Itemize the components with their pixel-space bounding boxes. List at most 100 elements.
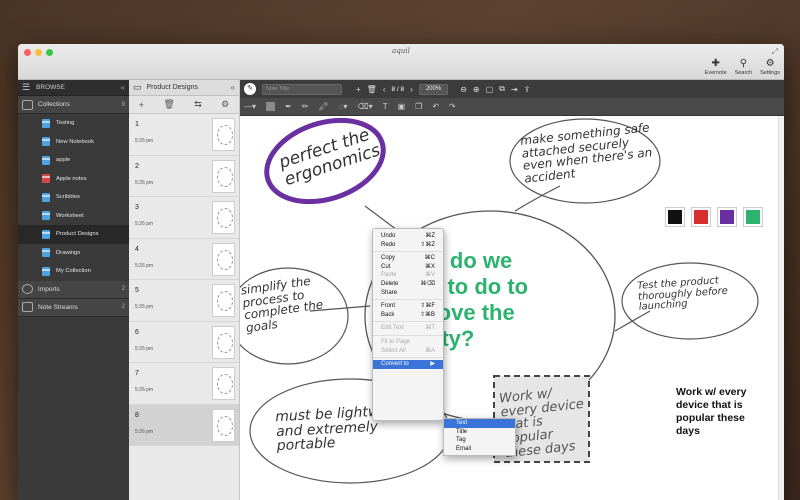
fit-page-icon[interactable]: ▢ [486,85,494,94]
zoom-field[interactable]: 200% [418,83,449,95]
note-item[interactable]: 3 5:26 pm [129,197,239,239]
sidebar-item-scribbles[interactable]: Scribbles [18,188,129,207]
sidebar: ☰ BROWSE « Collections 9 Testing New Not… [18,80,129,500]
share-icon[interactable]: ⇪ [524,85,531,94]
lasso-tool-icon[interactable]: ◌▾ [339,102,348,111]
menu-item-shortcut: ⌘Z [425,233,435,239]
eraser-tool-icon[interactable]: ⌫▾ [357,102,372,111]
notebook-icon [42,266,50,276]
sidebar-item-my-collection[interactable]: My Collection [18,262,129,281]
note-item[interactable]: 8 5:26 pm [129,404,239,446]
search-button[interactable]: ⚲ Search [735,58,752,76]
text-tool-icon[interactable]: T [383,102,388,111]
next-page-icon[interactable]: › [410,85,413,94]
color-swatch-red[interactable] [691,207,711,227]
note-number: 3 [135,204,139,211]
sidebar-item-apple[interactable]: apple [18,151,129,170]
imports-count: 2 [121,286,125,292]
imports-icon [22,284,33,294]
note-item[interactable]: 1 5:26 pm [129,114,239,156]
sidebar-item-new-notebook[interactable]: New Notebook [18,133,129,152]
duplicate-icon[interactable]: ❐ [415,102,422,111]
app-title: aquil [392,47,410,55]
note-item[interactable]: 7 5:26 pm [129,363,239,405]
note-thumbnail [212,408,235,442]
sidebar-section-note-streams[interactable]: Note Streams 2 [18,298,129,317]
convert-text-item[interactable]: Text [444,419,515,428]
convert-email-item[interactable]: Email [444,445,515,454]
trash-icon[interactable]: 🗑 [163,99,174,110]
sidebar-item-drawings[interactable]: Drawings [18,244,129,263]
pen-icon[interactable]: ✎ [244,83,256,95]
highlighter-tool-icon[interactable]: 🖍 [318,102,328,111]
menu-item-copy[interactable]: Copy ⌘C [373,254,443,263]
convert-title-item[interactable]: Title [444,428,515,437]
redo-icon[interactable]: ↷ [449,102,456,111]
menu-item-shortcut: ▶ [430,361,435,368]
image-tool-icon[interactable]: ▣ [398,102,406,111]
note-item[interactable]: 2 5:26 pm [129,156,239,197]
note-time: 5:26 pm [135,138,154,144]
search-icon: ⚲ [739,58,748,69]
open-notebook-icon [42,229,50,239]
sidebar-item-testing[interactable]: Testing [18,114,129,133]
menu-item-label: Cut [381,263,391,270]
fullscreen-icon[interactable]: ⤢ [772,47,778,57]
export-icon[interactable]: ⇥ [511,85,518,94]
settings-button[interactable]: ⚙ Settings [760,58,780,76]
menu-item-redo[interactable]: Redo ⇧⌘Z [373,241,443,250]
menu-item-label: Back [381,311,395,318]
zoom-in-icon[interactable]: ⊕ [473,85,480,94]
undo-icon[interactable]: ↶ [432,102,439,111]
menu-item-share[interactable]: Share [373,289,443,298]
color-swatch-black[interactable] [665,207,685,227]
prev-page-icon[interactable]: ‹ [383,85,386,94]
note-item[interactable]: 5 5:26 pm [129,280,239,322]
sidebar-item-label: Scribbles [56,194,80,201]
menu-icon[interactable]: ☰ [22,82,30,93]
delete-page-icon[interactable]: 🗑 [367,85,377,94]
menu-item-shortcut: ⌘C [424,255,435,262]
scrollbar[interactable] [778,116,784,500]
convert-tag-item[interactable]: Tag [444,436,515,445]
collections-count: 9 [121,101,125,108]
menu-item-back[interactable]: Back ⇧⌘B [373,311,443,320]
pen-tool-icon[interactable]: ✒ [285,102,292,111]
sidebar-item-label: Testing [56,120,75,127]
note-settings-icon[interactable]: ⚙ [221,99,229,110]
collapse-notelist-icon[interactable]: « [231,83,235,92]
note-item[interactable]: 4 5:26 pm [129,239,239,280]
note-time: 5:26 pm [135,428,154,435]
sidebar-item-product-designs[interactable]: Product Designs [18,225,129,244]
add-note-icon[interactable]: + [139,100,144,110]
sidebar-item-apple-notes[interactable]: Apple notes [18,170,129,189]
note-title-input[interactable] [262,83,342,95]
menu-item-label: Delete [381,280,399,287]
menu-item-shortcut: ⌘X [424,263,435,270]
stroke-width-icon[interactable]: —▾ [244,102,256,111]
menu-item-cut[interactable]: Cut ⌘X [373,263,443,272]
menu-item-front[interactable]: Front ⇧⌘F [373,302,443,311]
crop-icon[interactable]: ⧉ [499,84,505,94]
pencil-tool-icon[interactable]: ✏ [302,102,309,111]
color-swatch-icon[interactable] [266,102,276,111]
menu-item-delete[interactable]: Delete ⌘⌫ [373,280,443,289]
menu-item-undo[interactable]: Undo ⌘Z [373,232,443,241]
zoom-out-icon[interactable]: ⊖ [460,85,467,94]
sidebar-item-worksheet[interactable]: Worksheet [18,207,129,226]
color-swatch-green[interactable] [743,207,763,227]
sidebar-section-imports[interactable]: Imports 2 [18,280,129,299]
color-swatch-purple[interactable] [717,207,737,227]
menu-item-convert-to[interactable]: Convert to ▶ [373,360,443,369]
sidebar-section-collections[interactable]: Collections 9 [18,96,129,114]
converted-text[interactable]: Work w/ every device that is popular the… [676,386,756,438]
collapse-sidebar-icon[interactable]: « [121,83,125,92]
sidebar-item-label: New Notebook [56,138,95,145]
note-list-header: ▭ Product Designs « [129,80,239,96]
evernote-button[interactable]: ✚ Evernote [705,58,727,76]
move-note-icon[interactable]: ⇆ [194,99,202,110]
menu-item-label: Edit Text [381,325,404,332]
note-item[interactable]: 6 5:26 pm [129,322,239,363]
note-time: 5:26 pm [135,387,154,393]
add-page-icon[interactable]: + [356,85,361,94]
